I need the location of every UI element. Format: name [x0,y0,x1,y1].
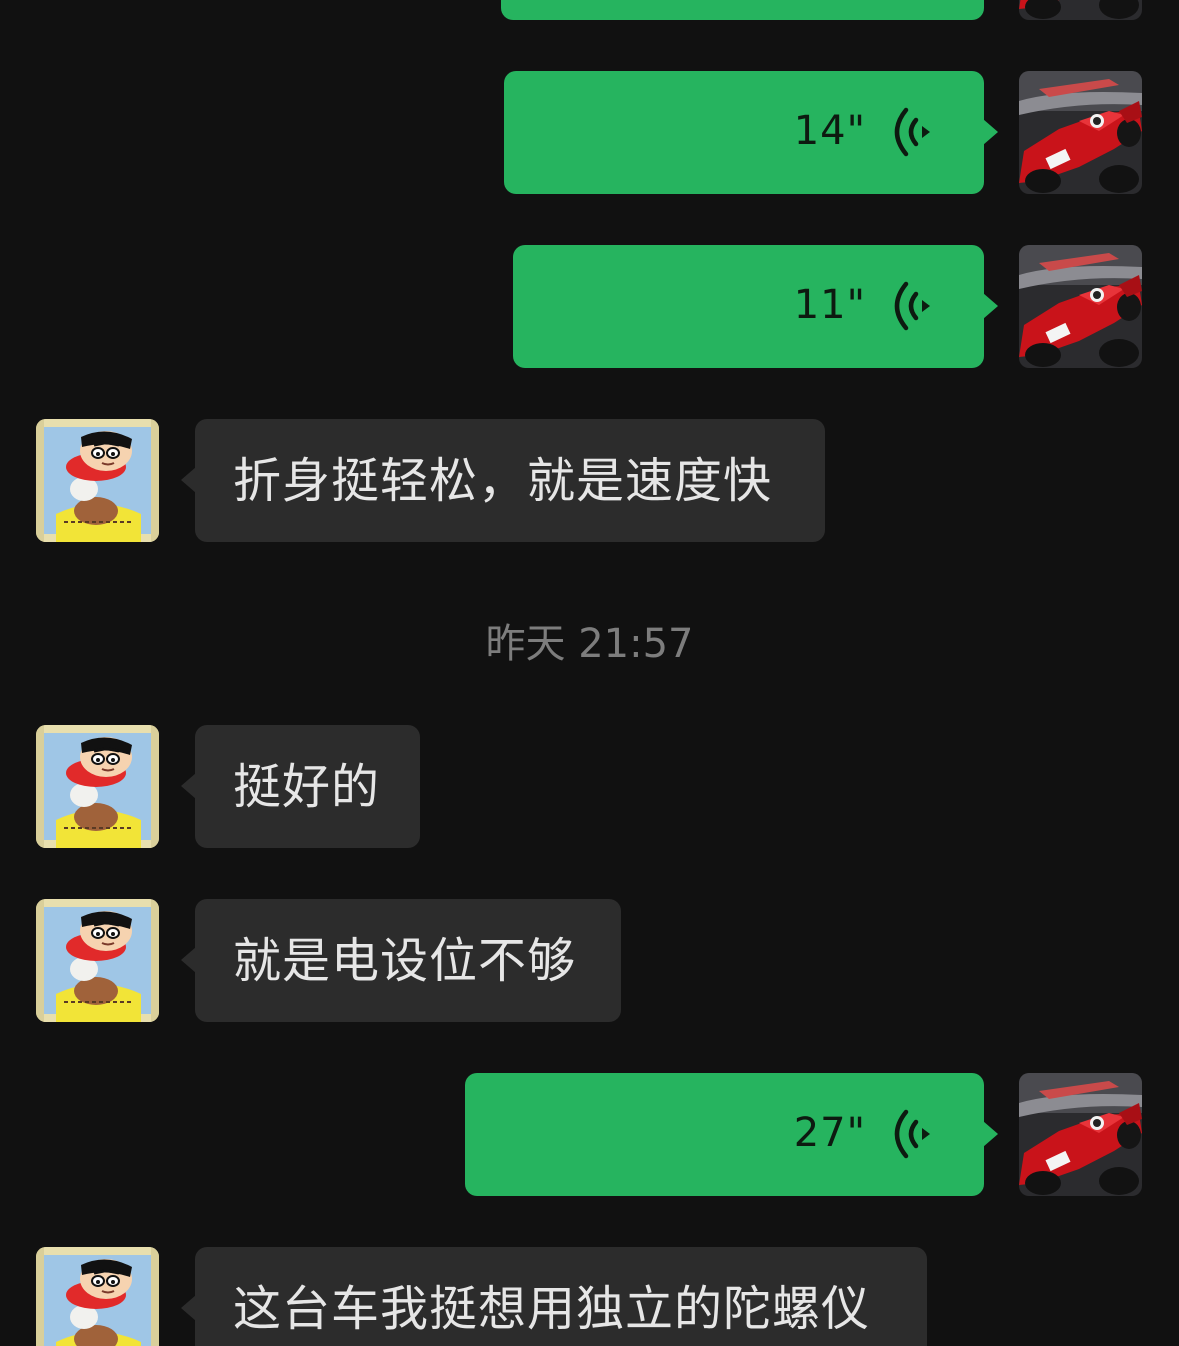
message-text: 这台车我挺想用独立的陀螺仪 [233,1281,871,1337]
chat-timestamp: 昨天 21:57 [485,621,694,667]
voice-duration: 11" [793,282,866,328]
contact-avatar[interactable] [36,419,159,542]
my-avatar[interactable] [1019,0,1142,20]
race-car-avatar-icon [1019,0,1142,20]
text-message-bubble[interactable]: 挺好的 [181,725,420,848]
my-avatar[interactable] [1019,1073,1142,1196]
text-message-bubble[interactable]: 就是电设位不够 [181,899,621,1022]
chat-screen: 14" 11" 折身挺轻松，就是速度快 昨天 21:57 挺好的 就是电设位不够… [0,0,1179,1346]
contact-avatar[interactable] [36,899,159,1022]
text-message-bubble[interactable]: 这台车我挺想用独立的陀螺仪 [181,1247,927,1346]
message-text: 折身挺轻松，就是速度快 [233,453,773,509]
voice-message-bubble[interactable]: 27" [465,1073,998,1196]
message-text: 挺好的 [233,759,381,815]
cartoon-boy-avatar-icon [36,899,159,1022]
race-car-avatar-icon [1019,71,1142,194]
voice-duration: 14" [793,108,866,154]
cartoon-boy-avatar-icon [36,725,159,848]
contact-avatar[interactable] [36,1247,159,1346]
race-car-avatar-icon [1019,1073,1142,1196]
voice-message-bubble[interactable]: 11" [513,245,998,368]
cartoon-boy-avatar-icon [36,419,159,542]
voice-wave-icon [892,106,932,158]
my-avatar[interactable] [1019,245,1142,368]
voice-message-bubble[interactable]: 14" [504,71,998,194]
voice-duration: 27" [793,1110,866,1156]
cartoon-boy-avatar-icon [36,1247,159,1346]
voice-message-bubble[interactable] [501,0,984,20]
message-text: 就是电设位不够 [233,933,577,989]
voice-wave-icon [892,280,932,332]
voice-wave-icon [892,1108,932,1160]
text-message-bubble[interactable]: 折身挺轻松，就是速度快 [181,419,825,542]
my-avatar[interactable] [1019,71,1142,194]
race-car-avatar-icon [1019,245,1142,368]
contact-avatar[interactable] [36,725,159,848]
